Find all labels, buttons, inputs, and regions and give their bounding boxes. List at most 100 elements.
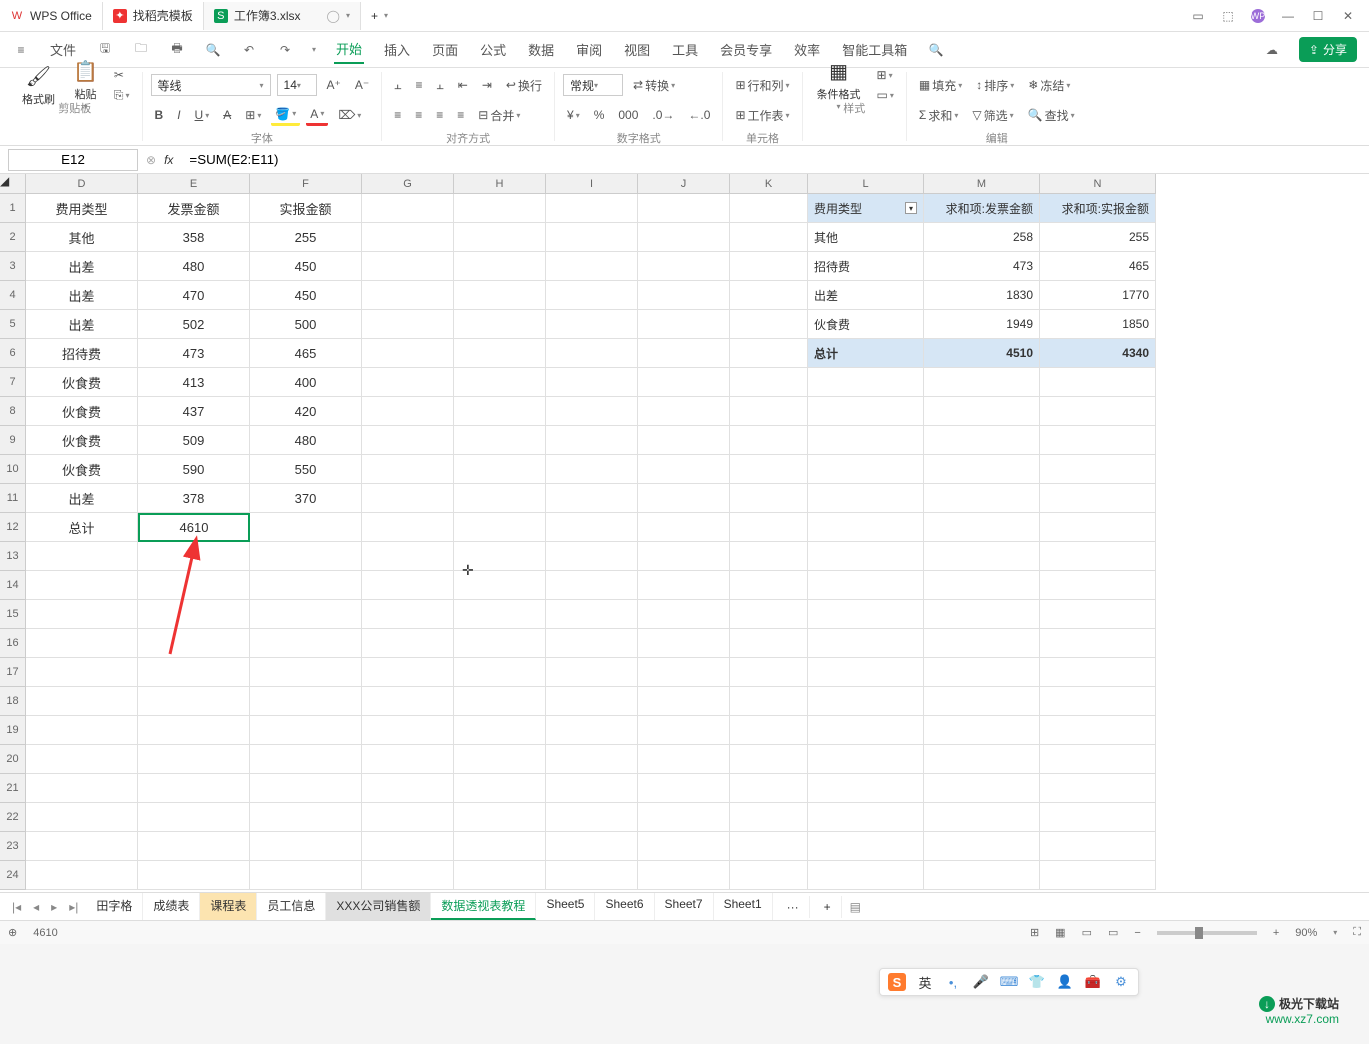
cell[interactable]: 总计	[26, 513, 138, 542]
cell[interactable]	[638, 368, 730, 397]
cell[interactable]: 502	[138, 310, 250, 339]
cell[interactable]	[454, 803, 546, 832]
app-tab[interactable]: W WPS Office	[0, 2, 103, 30]
fill-button[interactable]: ▦ 填充▾	[915, 75, 966, 96]
increase-indent-button[interactable]: ⇥	[478, 76, 496, 94]
tab-nav-first[interactable]: |◂	[8, 898, 25, 916]
zoom-level[interactable]: 90%	[1295, 927, 1317, 939]
cell[interactable]	[924, 542, 1040, 571]
align-right-button[interactable]: ≡	[432, 106, 447, 124]
cell[interactable]	[546, 542, 638, 571]
cell[interactable]	[808, 513, 924, 542]
row-header-24[interactable]: 24	[0, 861, 26, 890]
cell[interactable]	[546, 571, 638, 600]
cell[interactable]	[546, 658, 638, 687]
align-top-button[interactable]: ⫠	[390, 76, 405, 95]
cells-grid[interactable]: 费用类型发票金额实报金额费用类型▾求和项:发票金额求和项:实报金额其他35825…	[26, 194, 1156, 890]
cell[interactable]	[362, 658, 454, 687]
col-header-G[interactable]: G	[362, 174, 454, 194]
cell[interactable]	[638, 252, 730, 281]
cell[interactable]	[26, 600, 138, 629]
row-header-14[interactable]: 14	[0, 571, 26, 600]
cell[interactable]	[924, 861, 1040, 890]
col-header-M[interactable]: M	[924, 174, 1040, 194]
zoom-in-button[interactable]: +	[1273, 927, 1279, 939]
filter-button[interactable]: ▽ 筛选▾	[968, 105, 1017, 126]
cell[interactable]	[730, 803, 808, 832]
row-header-1[interactable]: 1	[0, 194, 26, 223]
cell[interactable]	[1040, 571, 1156, 600]
row-header-16[interactable]: 16	[0, 629, 26, 658]
view-pagebreak-button[interactable]: ▦	[1055, 926, 1065, 939]
zoom-chevron-icon[interactable]: ▾	[1333, 928, 1337, 937]
cell[interactable]	[362, 861, 454, 890]
cell[interactable]	[250, 629, 362, 658]
increase-decimal-button[interactable]: .0→	[648, 106, 678, 124]
cell[interactable]	[730, 687, 808, 716]
cell[interactable]	[638, 484, 730, 513]
cell[interactable]: 伙食费	[26, 368, 138, 397]
preview-icon[interactable]: 🔍	[204, 41, 222, 59]
cell[interactable]: 4510	[924, 339, 1040, 368]
strikethrough-button[interactable]: A	[219, 106, 235, 124]
cell[interactable]	[250, 832, 362, 861]
row-header-21[interactable]: 21	[0, 774, 26, 803]
cell[interactable]	[638, 223, 730, 252]
cut-button[interactable]: ✂	[110, 66, 134, 84]
row-header-12[interactable]: 12	[0, 513, 26, 542]
cell[interactable]	[730, 426, 808, 455]
cell[interactable]	[138, 571, 250, 600]
cell[interactable]	[362, 194, 454, 223]
cell[interactable]	[362, 774, 454, 803]
cell[interactable]	[362, 571, 454, 600]
font-name-select[interactable]: 等线▾	[151, 74, 271, 96]
cell[interactable]: 255	[1040, 223, 1156, 252]
cell[interactable]	[638, 861, 730, 890]
cell[interactable]	[808, 832, 924, 861]
ime-keyboard-icon[interactable]: ⌨	[1000, 973, 1018, 991]
cell[interactable]	[362, 281, 454, 310]
col-header-D[interactable]: D	[26, 174, 138, 194]
cell[interactable]	[362, 223, 454, 252]
col-header-F[interactable]: F	[250, 174, 362, 194]
cell[interactable]: 出差	[26, 310, 138, 339]
cell[interactable]	[1040, 745, 1156, 774]
sheet-tab[interactable]: 数据透视表教程	[431, 893, 536, 920]
row-header-2[interactable]: 2	[0, 223, 26, 252]
ime-toolbar[interactable]: S 英 •, 🎤 ⌨ 👕 👤 🧰 ⚙	[879, 968, 1139, 996]
cell[interactable]	[26, 687, 138, 716]
cell[interactable]	[808, 426, 924, 455]
cell[interactable]	[362, 542, 454, 571]
sheet-tab-add[interactable]: +	[814, 896, 842, 918]
cell[interactable]: 255	[250, 223, 362, 252]
wrap-text-button[interactable]: ↩ 换行	[502, 75, 546, 96]
cell[interactable]	[454, 223, 546, 252]
cell[interactable]	[1040, 687, 1156, 716]
cell[interactable]: 1830	[924, 281, 1040, 310]
cell[interactable]: 出差	[26, 252, 138, 281]
cell[interactable]	[1040, 832, 1156, 861]
cell[interactable]	[730, 542, 808, 571]
cell[interactable]	[362, 310, 454, 339]
sum-button[interactable]: Σ 求和▾	[915, 105, 962, 126]
cell[interactable]	[362, 513, 454, 542]
row-header-5[interactable]: 5	[0, 310, 26, 339]
cell[interactable]	[546, 310, 638, 339]
cell[interactable]	[454, 368, 546, 397]
table-style-button[interactable]: ⊞▾	[873, 66, 898, 84]
sheet-area[interactable]: ◢ DEFGHIJKLMN 12345678910111213141516171…	[0, 174, 1369, 892]
cell[interactable]: 370	[250, 484, 362, 513]
cell[interactable]	[454, 426, 546, 455]
fullscreen-button[interactable]: ⛶	[1353, 926, 1361, 939]
font-size-select[interactable]: 14▾	[277, 74, 317, 96]
cell[interactable]	[808, 455, 924, 484]
cell[interactable]: 1770	[1040, 281, 1156, 310]
cell[interactable]	[730, 774, 808, 803]
sheet-tab[interactable]: Sheet7	[655, 893, 714, 920]
col-header-J[interactable]: J	[638, 174, 730, 194]
underline-button[interactable]: U▾	[191, 106, 214, 124]
cell[interactable]	[546, 774, 638, 803]
tab-menu-chevron-icon[interactable]: ▾	[346, 11, 350, 20]
cell[interactable]	[454, 745, 546, 774]
number-format-select[interactable]: 常规▾	[563, 74, 623, 96]
